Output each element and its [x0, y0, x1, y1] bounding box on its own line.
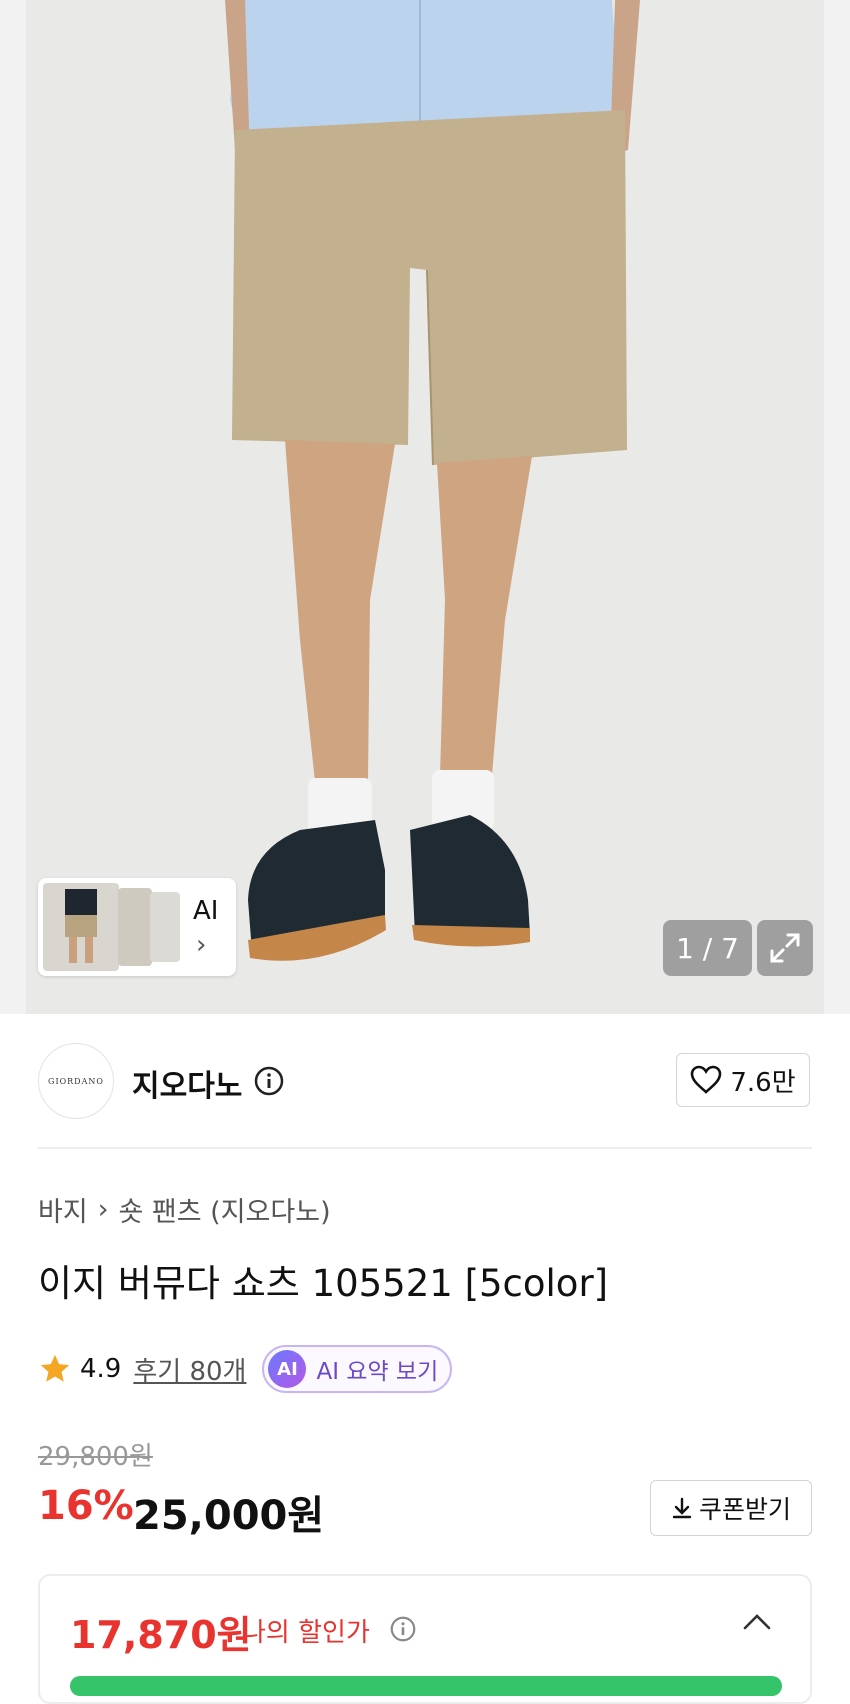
product-title: 이지 버뮤다 쇼츠 105521 [5color]: [38, 1262, 609, 1305]
brand-name[interactable]: 지오다노: [132, 1061, 242, 1105]
expand-icon: [770, 933, 800, 963]
my-discount-price-box[interactable]: 17,870원 나의 할인가: [38, 1574, 812, 1704]
brand-logo[interactable]: GIORDANO: [38, 1043, 114, 1119]
thumbnail-1[interactable]: [43, 883, 119, 971]
breadcrumb-subcategory[interactable]: 숏 팬츠 (지오다노): [119, 1190, 331, 1229]
thumbnail-3[interactable]: [150, 892, 180, 962]
divider: [38, 1147, 812, 1149]
ai-summary-label: AI 요약 보기: [316, 1359, 439, 1385]
like-count: 7.6만: [730, 1067, 796, 1098]
chevron-right-icon: ›: [97, 1194, 109, 1225]
original-price: 29,800원: [38, 1442, 153, 1472]
rating-value: 4.9: [80, 1354, 122, 1384]
info-icon[interactable]: [390, 1616, 416, 1642]
product-image-gallery[interactable]: AI › 1 / 7: [0, 0, 850, 1014]
ai-badge-icon: AI: [268, 1350, 307, 1388]
info-icon[interactable]: [254, 1066, 284, 1096]
sale-price: 25,000원: [133, 1493, 325, 1539]
download-icon: [672, 1497, 692, 1519]
expand-button[interactable]: [757, 920, 813, 976]
brand-row: GIORDANO 지오다노 7.6만: [38, 1043, 812, 1119]
brand-logo-text: GIORDANO: [48, 1076, 104, 1086]
coupon-label: 쿠폰받기: [698, 1495, 791, 1524]
review-count-link[interactable]: 후기 80개: [133, 1351, 246, 1388]
discount-rate: 16%: [38, 1483, 134, 1529]
coupon-button[interactable]: 쿠폰받기: [650, 1480, 812, 1536]
heart-icon: [691, 1065, 722, 1094]
chevron-right-icon: ›: [196, 930, 207, 960]
breadcrumb-category[interactable]: 바지: [38, 1190, 88, 1229]
thumbnail-2[interactable]: [118, 888, 152, 966]
my-discount-price: 17,870원: [70, 1613, 252, 1657]
ai-summary-button[interactable]: AI AI 요약 보기: [262, 1345, 453, 1393]
star-icon: [40, 1354, 70, 1382]
image-counter: 1 / 7: [663, 920, 752, 976]
breadcrumb: 바지 › 숏 팬츠 (지오다노): [38, 1190, 331, 1229]
thumbnail-strip[interactable]: AI ›: [38, 878, 236, 976]
ai-thumbnail-label: AI: [193, 896, 219, 926]
my-discount-label: 나의 할인가: [242, 1618, 370, 1648]
rating-row: 4.9 후기 80개 AI AI 요약 보기: [38, 1344, 453, 1394]
product-photo: [225, 0, 640, 961]
green-action-bar[interactable]: [70, 1676, 782, 1696]
chevron-up-icon[interactable]: [742, 1612, 772, 1632]
like-button[interactable]: 7.6만: [676, 1053, 810, 1107]
